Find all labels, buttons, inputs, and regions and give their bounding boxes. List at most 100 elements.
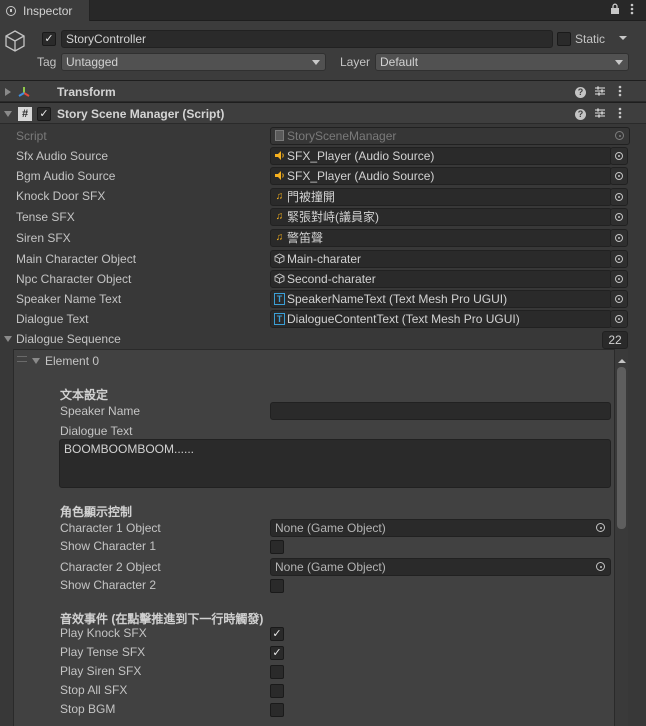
character-1-object-field[interactable]: None (Game Object) (270, 519, 611, 537)
audio-clip-icon: ♫ (275, 191, 284, 202)
static-dropdown-arrow-icon[interactable] (618, 31, 628, 45)
object-picker-icon[interactable] (610, 229, 628, 247)
object-picker-icon[interactable] (594, 522, 606, 534)
array-size-field[interactable]: 22 (602, 331, 628, 349)
script-component-header[interactable]: # ✓ Story Scene Manager (Script) ? (0, 102, 646, 124)
play-siren-sfx-label: Play Siren SFX (60, 664, 142, 678)
npc-character-object-value: Second-charater (287, 272, 376, 286)
audio-clip-icon: ♫ (275, 232, 284, 243)
dialogue-text-label: Dialogue Text (16, 312, 89, 326)
play-tense-sfx-checkbox[interactable]: ✓ (270, 646, 284, 660)
speaker-name-text-field[interactable]: T SpeakerNameText (Text Mesh Pro UGUI) (270, 290, 612, 308)
knock-door-sfx-value: 門被撞開 (287, 190, 336, 204)
speaker-name-text-label: Speaker Name Text (16, 292, 122, 306)
audio-source-icon (274, 170, 285, 182)
knock-door-sfx-field[interactable]: ♫ 門被撞開 (270, 188, 612, 206)
character-2-object-value: None (Game Object) (275, 560, 386, 574)
component-enabled-checkbox[interactable]: ✓ (37, 107, 51, 121)
stop-all-sfx-checkbox[interactable] (270, 684, 284, 698)
dialogue-sequence-foldout-icon[interactable] (4, 336, 12, 342)
scrollbar-thumb[interactable] (617, 367, 626, 529)
layer-label: Layer (340, 55, 371, 69)
component-menu-icon[interactable] (618, 85, 622, 100)
audio-source-icon (274, 150, 285, 162)
show-character-1-checkbox[interactable] (270, 540, 284, 554)
script-label: Script (16, 129, 47, 143)
object-picker-icon[interactable] (610, 290, 628, 308)
object-picker-icon[interactable] (610, 310, 628, 328)
sfx-audio-source-label: Sfx Audio Source (16, 149, 109, 163)
element-foldout-icon[interactable] (32, 358, 40, 364)
tab-bar: Inspector (0, 0, 646, 21)
object-picker-icon[interactable] (610, 188, 628, 206)
object-picker-icon[interactable] (610, 167, 628, 185)
chevron-down-icon (312, 60, 320, 65)
text-settings-title: 文本設定 (60, 388, 109, 402)
character-2-object-label: Character 2 Object (60, 560, 161, 574)
object-picker-icon[interactable] (610, 250, 628, 268)
component-menu-icon[interactable] (618, 107, 622, 122)
dialogue-text-area[interactable]: BOOMBOOMBOOM...... (59, 439, 611, 488)
sfx-audio-source-field[interactable]: SFX_Player (Audio Source) (270, 147, 612, 165)
script-value: StorySceneManager (287, 129, 397, 143)
main-character-object-value: Main-charater (287, 252, 362, 266)
chevron-down-icon (615, 60, 623, 65)
bgm-audio-source-field[interactable]: SFX_Player (Audio Source) (270, 167, 612, 185)
transform-icon (17, 85, 31, 102)
character-1-object-label: Character 1 Object (60, 521, 161, 535)
npc-character-object-field[interactable]: Second-charater (270, 270, 612, 288)
object-picker-icon[interactable] (594, 561, 606, 573)
object-picker-icon[interactable] (610, 208, 628, 226)
tense-sfx-value: 緊張對峙(議員家) (287, 210, 379, 224)
presets-icon[interactable] (594, 107, 606, 122)
more-menu-icon[interactable] (630, 3, 634, 18)
dialogue-sequence-label: Dialogue Sequence (16, 332, 121, 346)
transform-component-header[interactable]: Transform ? (0, 80, 646, 102)
drag-handle-icon[interactable] (17, 356, 27, 362)
play-siren-sfx-checkbox[interactable] (270, 665, 284, 679)
gameobject-header: ✓ StoryController Static Tag Untagged La… (0, 21, 646, 81)
foldout-expanded-icon[interactable] (4, 111, 12, 117)
object-name-field[interactable]: StoryController (61, 30, 553, 48)
static-label: Static (575, 32, 606, 46)
tense-sfx-field[interactable]: ♫ 緊張對峙(議員家) (270, 208, 612, 226)
static-checkbox[interactable] (557, 32, 571, 46)
play-knock-sfx-checkbox[interactable]: ✓ (270, 627, 284, 641)
character-1-object-value: None (Game Object) (275, 521, 386, 535)
object-picker-icon (613, 130, 625, 142)
knock-door-sfx-label: Knock Door SFX (16, 189, 106, 203)
info-icon (6, 5, 16, 16)
tmp-text-icon: T (274, 313, 285, 325)
tab-inspector[interactable]: Inspector (0, 0, 90, 21)
stop-bgm-label: Stop BGM (60, 702, 116, 716)
foldout-collapsed-icon[interactable] (5, 88, 11, 96)
help-icon[interactable]: ? (575, 87, 586, 98)
character-display-title: 角色顯示控制 (60, 505, 133, 519)
element-0-label: Element 0 (45, 354, 100, 368)
tense-sfx-label: Tense SFX (16, 210, 75, 224)
presets-icon[interactable] (594, 85, 606, 100)
audio-clip-icon: ♫ (275, 211, 284, 222)
play-tense-sfx-label: Play Tense SFX (60, 645, 146, 659)
layer-dropdown[interactable]: Default (375, 53, 629, 71)
help-icon[interactable]: ? (575, 109, 586, 120)
character-2-object-field[interactable]: None (Game Object) (270, 558, 611, 576)
siren-sfx-value: 警笛聲 (287, 231, 324, 245)
tag-dropdown[interactable]: Untagged (61, 53, 326, 71)
play-knock-sfx-label: Play Knock SFX (60, 626, 147, 640)
scroll-up-arrow-icon[interactable] (618, 353, 626, 367)
csharp-script-icon: # (18, 107, 32, 121)
script-icon (274, 130, 285, 142)
dialogue-text-field[interactable]: T DialogueContentText (Text Mesh Pro UGU… (270, 310, 612, 328)
show-character-2-checkbox[interactable] (270, 579, 284, 593)
siren-sfx-field[interactable]: ♫ 警笛聲 (270, 229, 612, 247)
show-character-1-label: Show Character 1 (60, 539, 157, 553)
speaker-name-input[interactable] (270, 402, 611, 420)
stop-bgm-checkbox[interactable] (270, 703, 284, 717)
object-picker-icon[interactable] (610, 147, 628, 165)
main-character-object-field[interactable]: Main-charater (270, 250, 612, 268)
object-picker-icon[interactable] (610, 270, 628, 288)
active-checkbox[interactable]: ✓ (42, 32, 56, 46)
lock-icon[interactable] (610, 3, 620, 18)
transform-title: Transform (57, 85, 116, 99)
